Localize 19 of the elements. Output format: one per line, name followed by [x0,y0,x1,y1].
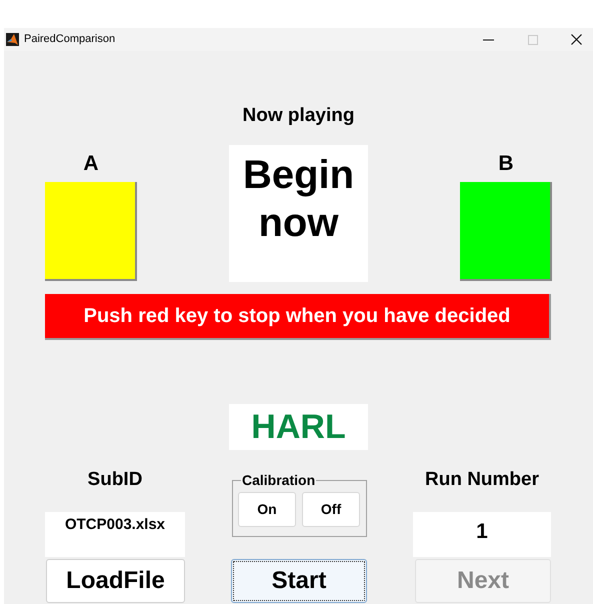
action-button[interactable]: LoadFile [46,559,185,603]
choice-label: A [82,150,100,177]
calibration-option[interactable]: On [238,492,296,527]
now-playing-label: Now playing [242,104,354,126]
condition-display: HARL [229,404,368,450]
app-logo-icon [6,33,19,46]
subid-field[interactable]: OTCP003.xlsx [45,512,185,557]
calibration-option[interactable]: Off [302,492,360,527]
calibration-title: Calibration [241,471,316,490]
close-icon[interactable] [571,34,582,45]
action-button[interactable]: Start [231,559,367,603]
subid-label: SubID [86,468,144,492]
run-number-field[interactable]: 1 [413,512,551,557]
now-playing-display: Begin now [229,145,368,282]
choice-label: B [497,150,515,177]
stop-banner: Push red key to stop when you have decided [45,294,551,340]
minimize-icon[interactable] [483,38,494,40]
window-title: PairedComparison [24,32,116,48]
run-number-label: Run Number [424,468,540,492]
